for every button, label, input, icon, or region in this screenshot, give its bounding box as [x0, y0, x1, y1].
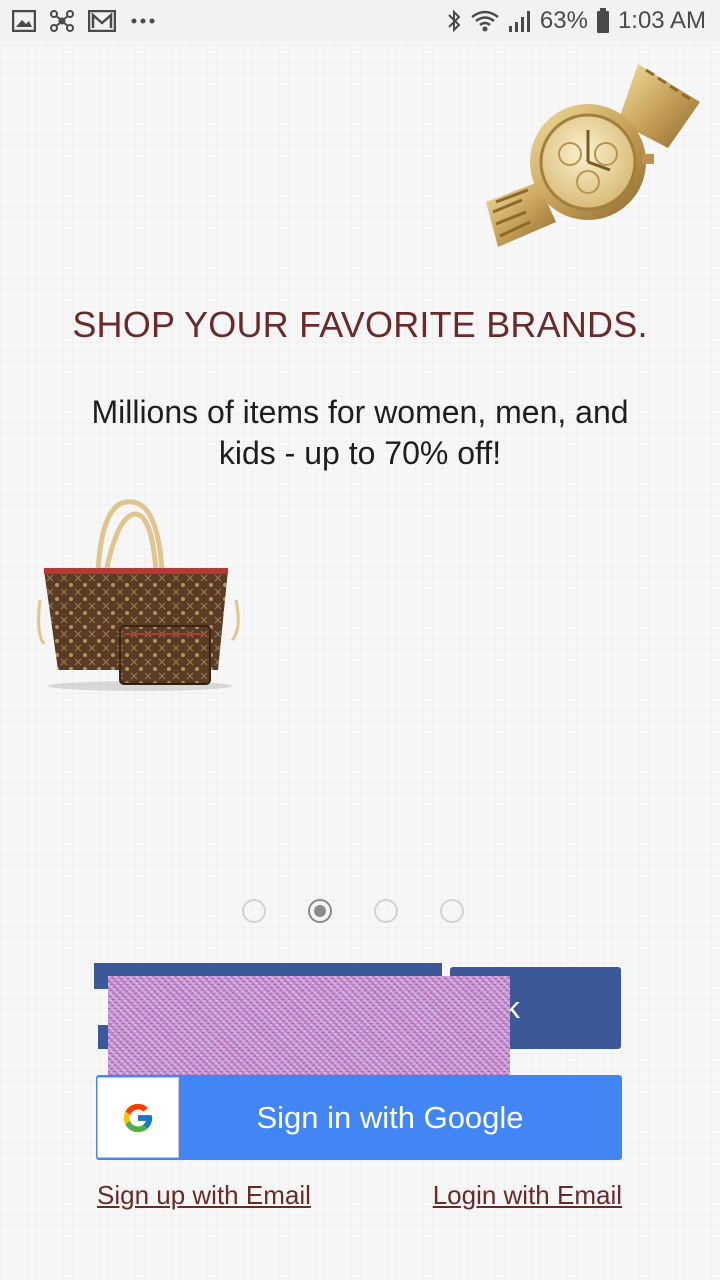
redaction-overlay — [108, 976, 510, 1084]
gallery-icon — [12, 10, 36, 32]
bluetooth-icon — [446, 9, 462, 33]
network-icon — [50, 9, 74, 33]
page-dot-2-active[interactable] — [308, 899, 332, 923]
wifi-icon — [470, 9, 500, 33]
signup-email-link[interactable]: Sign up with Email — [97, 1180, 311, 1211]
status-bar: 63% 1:03 AM — [0, 0, 720, 42]
clock: 1:03 AM — [617, 7, 706, 34]
subheadline: Millions of items for women, men, and ki… — [91, 394, 629, 471]
status-bar-left — [12, 8, 156, 34]
google-signin-label: Sign in with Google — [256, 1099, 524, 1135]
login-email-link[interactable]: Login with Email — [433, 1180, 622, 1211]
page-dot-3[interactable] — [374, 899, 398, 923]
mail-icon — [88, 10, 116, 32]
google-logo-box — [97, 1077, 179, 1158]
handbag-image — [37, 499, 240, 691]
page-dot-4[interactable] — [440, 899, 464, 923]
google-g-icon — [123, 1103, 153, 1132]
page-dot-1[interactable] — [242, 899, 266, 923]
signal-icon — [508, 9, 532, 33]
more-dots-icon — [130, 17, 156, 25]
watch-image — [486, 64, 700, 247]
status-bar-right: 63% 1:03 AM — [446, 6, 706, 36]
page-indicator — [242, 899, 464, 923]
battery-icon — [596, 8, 610, 34]
google-signin-button[interactable]: Sign in with Google — [96, 1075, 622, 1160]
battery-percent: 63% — [539, 7, 588, 34]
headline: SHOP YOUR FAVORITE BRANDS. — [72, 304, 648, 345]
